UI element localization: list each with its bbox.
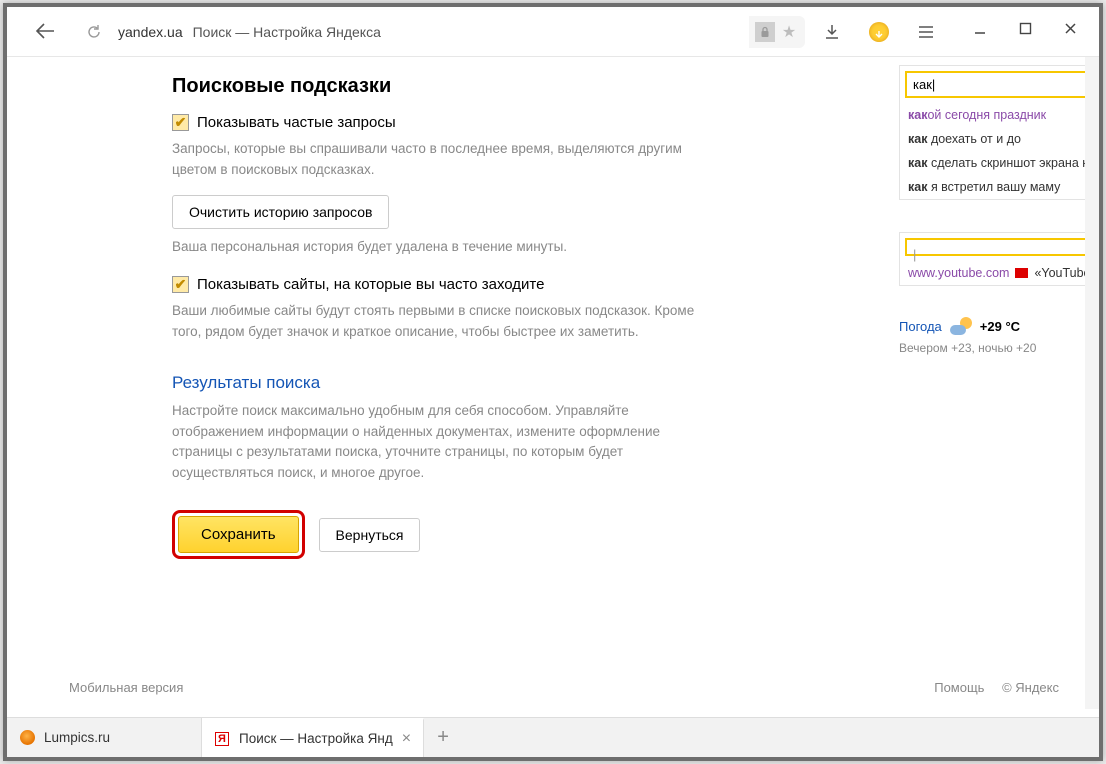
tab-label: Поиск — Настройка Янд [239, 731, 393, 746]
checkbox-frequent-queries-label: Показывать частые запросы [197, 114, 396, 131]
address-title: Поиск — Настройка Яндекса [193, 24, 381, 40]
download-icon[interactable] [823, 23, 841, 41]
address-domain: yandex.ua [118, 24, 183, 40]
browser-toolbar: yandex.ua Поиск — Настройка Яндекса ★ [7, 7, 1099, 57]
section-heading: Поисковые подсказки [172, 75, 702, 98]
window-maximize-button[interactable] [1019, 22, 1032, 41]
menu-icon[interactable] [917, 23, 935, 41]
new-tab-button[interactable]: + [424, 718, 462, 757]
back-button-page[interactable]: Вернуться [319, 518, 421, 552]
preview-suggestions: как| какой сегодня праздник как доехать … [899, 65, 1099, 200]
clear-history-button[interactable]: Очистить историю запросов [172, 195, 389, 229]
window-close-button[interactable] [1064, 22, 1077, 41]
tab-strip: Lumpics.ru Я Поиск — Настройка Янд × + [7, 717, 1099, 757]
preview-search-input: как| [905, 71, 1099, 98]
weather-label: Погода [899, 319, 942, 334]
search-results-link[interactable]: Результаты поиска [172, 373, 702, 393]
tab-close-icon[interactable]: × [402, 730, 411, 748]
tab-lumpics[interactable]: Lumpics.ru [7, 718, 202, 757]
preview-sites-input: | [905, 238, 1099, 256]
preview-suggestion-item: как сделать скриншот экрана на компь [900, 151, 1099, 175]
favicon-lumpics-icon [20, 730, 35, 745]
help-link[interactable]: Помощь [934, 680, 984, 695]
lock-icon[interactable] [755, 22, 775, 42]
preview-weather: Погода +29 °C Вечером +23, ночью +20 [899, 317, 1036, 355]
preview-suggestion-item: какой сегодня праздник [900, 103, 1099, 127]
preview-suggestion-item: как доехать от и до [900, 127, 1099, 151]
search-results-desc: Настройте поиск максимально удобным для … [172, 401, 702, 485]
reload-button[interactable] [83, 21, 105, 43]
copyright-text: © Яндекс [1002, 680, 1059, 695]
tab-yandex-settings[interactable]: Я Поиск — Настройка Янд × [202, 718, 424, 757]
preview-site-row: www.youtube.com «YouTube» — [900, 261, 1099, 285]
page-content: Поисковые подсказки ✔ Показывать частые … [7, 57, 1099, 709]
weather-icon [950, 317, 972, 335]
save-button[interactable]: Сохранить [178, 516, 299, 553]
weather-sub: Вечером +23, ночью +20 [899, 341, 1036, 355]
page-footer: Мобильная версия Помощь © Яндекс [7, 680, 1099, 695]
weather-temp: +29 °C [980, 319, 1020, 334]
annotation-highlight: Сохранить [172, 510, 305, 559]
preview-suggestion-item: как я встретил вашу маму [900, 175, 1099, 199]
back-button[interactable] [25, 19, 65, 45]
address-bar[interactable]: yandex.ua Поиск — Настройка Яндекса ★ [111, 16, 805, 48]
youtube-icon [1015, 268, 1028, 278]
bookmark-star-icon[interactable]: ★ [779, 22, 799, 42]
protect-icon[interactable] [869, 22, 889, 42]
frequent-queries-desc: Запросы, которые вы спрашивали часто в п… [172, 139, 702, 181]
favicon-yandex-icon: Я [215, 732, 229, 746]
preview-sites: | www.youtube.com «YouTube» — [899, 232, 1099, 286]
mobile-version-link[interactable]: Мобильная версия [69, 680, 183, 695]
browser-window: yandex.ua Поиск — Настройка Яндекса ★ [3, 3, 1103, 761]
tab-label: Lumpics.ru [44, 730, 110, 745]
checkbox-frequent-queries[interactable]: ✔ [172, 114, 189, 131]
frequent-sites-desc: Ваши любимые сайты будут стоять первыми … [172, 301, 702, 343]
checkbox-frequent-sites-label: Показывать сайты, на которые вы часто за… [197, 276, 544, 293]
scrollbar[interactable] [1085, 57, 1099, 709]
clear-history-note: Ваша персональная история будет удалена … [172, 237, 702, 258]
window-minimize-button[interactable] [973, 22, 987, 41]
checkbox-frequent-sites[interactable]: ✔ [172, 276, 189, 293]
